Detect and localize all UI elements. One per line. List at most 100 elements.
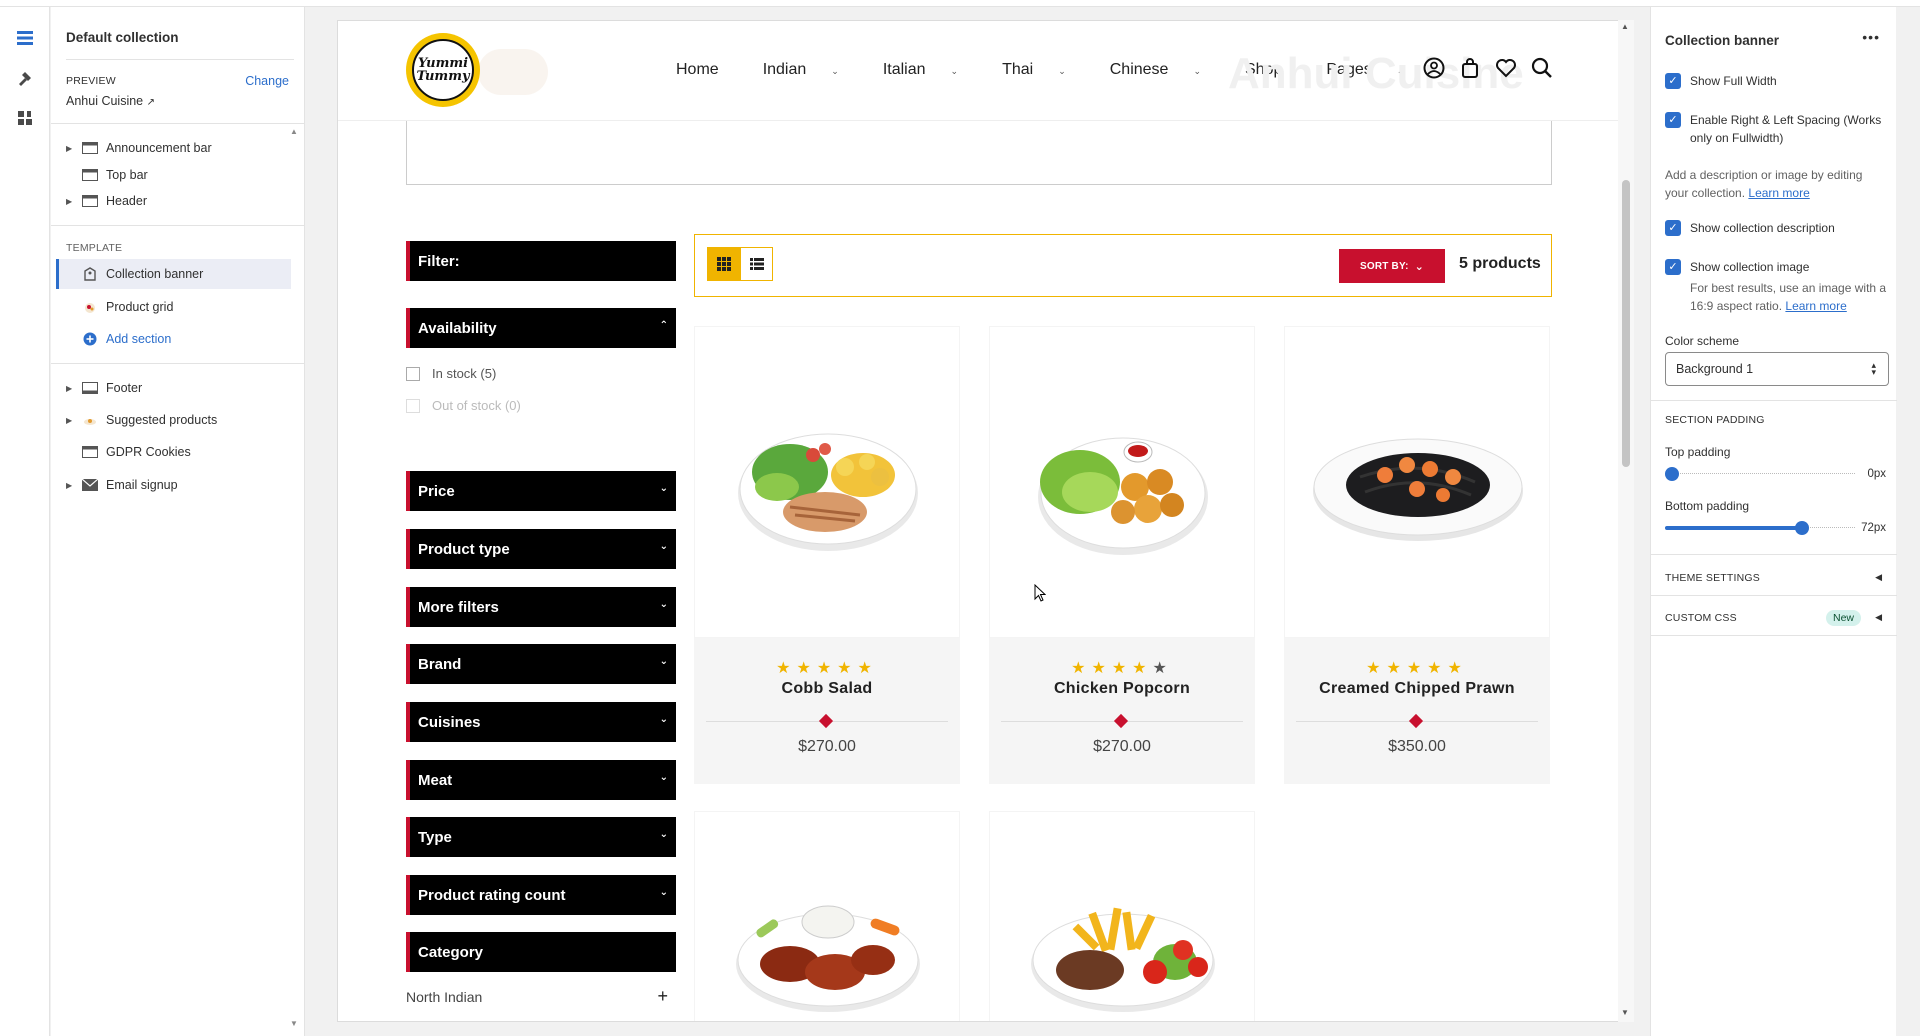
category-north-indian[interactable]: North Indian + [406, 986, 676, 1007]
section-announcement-bar[interactable]: ▶ Announcement bar [51, 133, 291, 163]
product-card[interactable]: ★★★★★ Cobb Salad $270.00 [694, 326, 960, 784]
scroll-down-arrow[interactable]: ▼ [290, 1019, 298, 1028]
chevron-down-icon: ⌄ [659, 887, 668, 898]
preview-value[interactable]: Anhui Cuisine ↗ [66, 94, 155, 108]
filter-meat[interactable]: Meat ⌄ [406, 760, 676, 800]
expand-caret-icon[interactable]: ▶ [66, 197, 72, 206]
store-logo[interactable]: Yummi Tummy [406, 33, 480, 107]
bottom-padding-slider[interactable] [1665, 521, 1855, 535]
nav-indian[interactable]: Indian ⌄ [763, 61, 861, 79]
preview-scrollbar[interactable]: ▲ ▼ [1618, 20, 1634, 1022]
section-header[interactable]: ▶ Header [51, 186, 291, 216]
learn-more-link[interactable]: Learn more [1785, 299, 1846, 313]
enable-spacing-checkbox[interactable]: ✓ Enable Right & Left Spacing (Works only… [1665, 111, 1887, 147]
product-count: 5 products [1459, 255, 1541, 272]
more-options-icon[interactable]: ••• [1862, 29, 1880, 45]
product-name[interactable]: Creamed Chipped Prawn [1284, 680, 1550, 698]
theme-settings-icon[interactable] [14, 67, 36, 89]
sections-icon[interactable] [14, 27, 36, 49]
nav-italian[interactable]: Italian ⌄ [883, 61, 980, 79]
search-icon[interactable] [1531, 57, 1553, 79]
diamond-icon [1113, 713, 1129, 729]
section-gdpr-cookies[interactable]: GDPR Cookies [51, 437, 291, 467]
store-preview: Yummi Tummy Home Indian ⌄ Italian ⌄ Thai ⌄ C… [337, 20, 1634, 1022]
product-image[interactable] [1284, 326, 1550, 638]
filter-price[interactable]: Price ⌄ [406, 471, 676, 511]
product-info: ★★★★★ Chicken Popcorn $270.00 [989, 638, 1255, 784]
product-image[interactable] [989, 811, 1255, 1021]
collapse-arrow-icon[interactable]: ◀ [1875, 612, 1882, 623]
slider-knob[interactable] [1665, 467, 1679, 481]
color-scheme-select[interactable]: Background 1 ▴ ▾ [1665, 352, 1889, 386]
scroll-up-arrow[interactable]: ▲ [290, 127, 298, 136]
product-image[interactable] [989, 326, 1255, 638]
sort-by-button[interactable]: SORT BY: ⌄ [1339, 249, 1445, 283]
product-card[interactable] [989, 811, 1255, 1021]
filter-brand[interactable]: Brand ⌄ [406, 644, 676, 684]
theme-settings-toggle[interactable]: THEME SETTINGS [1665, 572, 1760, 584]
checkbox[interactable] [406, 366, 420, 381]
filter-type[interactable]: Type ⌄ [406, 817, 676, 857]
list-view-button[interactable] [740, 247, 773, 281]
check-icon[interactable]: ✓ [1665, 73, 1681, 89]
plus-icon[interactable]: + [657, 986, 668, 1007]
learn-more-link[interactable]: Learn more [1748, 186, 1809, 200]
product-name[interactable]: Cobb Salad [694, 680, 960, 698]
filter-cuisines[interactable]: Cuisines ⌄ [406, 702, 676, 742]
filter-option-in-stock[interactable]: In stock (5) [406, 366, 496, 381]
section-product-grid[interactable]: Product grid [51, 292, 291, 322]
top-padding-label: Top padding [1665, 445, 1731, 459]
show-full-width-checkbox[interactable]: ✓ Show Full Width [1665, 72, 1887, 90]
cart-icon[interactable] [1459, 57, 1481, 79]
product-card[interactable] [694, 811, 960, 1021]
account-icon[interactable] [1423, 57, 1445, 79]
show-image-checkbox[interactable]: ✓ Show collection image [1665, 258, 1887, 276]
check-icon[interactable]: ✓ [1665, 220, 1681, 236]
section-email-signup[interactable]: ▶ Email signup [51, 470, 291, 500]
scroll-down-arrow[interactable]: ▼ [1621, 1008, 1629, 1017]
cobb-salad-image [738, 433, 918, 551]
expand-caret-icon[interactable]: ▶ [66, 384, 72, 393]
filter-more-filters[interactable]: More filters ⌄ [406, 587, 676, 627]
filter-product-type[interactable]: Product type ⌄ [406, 529, 676, 569]
change-preview-link[interactable]: Change [245, 74, 289, 88]
expand-caret-icon[interactable]: ▶ [66, 144, 72, 153]
section-collection-banner[interactable]: Collection banner [56, 259, 291, 289]
product-name[interactable]: Chicken Popcorn [989, 680, 1255, 698]
expand-caret-icon[interactable]: ▶ [66, 481, 72, 490]
filter-availability[interactable]: Availability ⌃ [406, 308, 676, 348]
product-card[interactable]: ★★★★★ Chicken Popcorn $270.00 [989, 326, 1255, 784]
apps-icon[interactable] [14, 107, 36, 129]
product-image[interactable] [694, 326, 960, 638]
rating-stars: ★★★★★ [1071, 660, 1173, 677]
nav-home[interactable]: Home [676, 61, 741, 79]
check-icon[interactable]: ✓ [1665, 112, 1681, 128]
section-suggested-products[interactable]: ▶ Suggested products [51, 405, 291, 435]
scrollbar-thumb[interactable] [1622, 180, 1630, 467]
filter-product-rating-count[interactable]: Product rating count ⌄ [406, 875, 676, 915]
wishlist-heart-icon[interactable] [1495, 57, 1517, 79]
chevron-down-icon: ⌄ [659, 714, 668, 725]
description-note: Add a description or image by editing yo… [1665, 168, 1863, 200]
collapse-arrow-icon[interactable]: ◀ [1875, 572, 1882, 583]
slider-knob[interactable] [1794, 521, 1809, 535]
show-description-checkbox[interactable]: ✓ Show collection description [1665, 219, 1887, 237]
top-padding-slider[interactable] [1665, 467, 1855, 481]
nav-chinese[interactable]: Chinese ⌄ [1110, 61, 1223, 79]
nav-thai[interactable]: Thai ⌄ [1002, 61, 1088, 79]
filter-category[interactable]: Category [406, 932, 676, 972]
chevron-down-icon: ⌄ [950, 66, 959, 76]
scroll-up-arrow[interactable]: ▲ [1621, 22, 1629, 31]
product-card[interactable]: ★★★★★ Creamed Chipped Prawn $350.00 [1284, 326, 1550, 784]
product-info: ★★★★★ Cobb Salad $270.00 [694, 638, 960, 784]
product-image[interactable] [694, 811, 960, 1021]
custom-css-toggle[interactable]: CUSTOM CSS [1665, 612, 1737, 624]
check-icon[interactable]: ✓ [1665, 259, 1681, 275]
layout-icon [81, 141, 99, 155]
add-section-button[interactable]: Add section [51, 324, 291, 354]
section-label: GDPR Cookies [106, 445, 191, 459]
expand-caret-icon[interactable]: ▶ [66, 416, 72, 425]
header-icons [1423, 57, 1553, 79]
section-footer[interactable]: ▶ Footer [51, 373, 291, 403]
grid-view-button[interactable] [707, 247, 740, 281]
